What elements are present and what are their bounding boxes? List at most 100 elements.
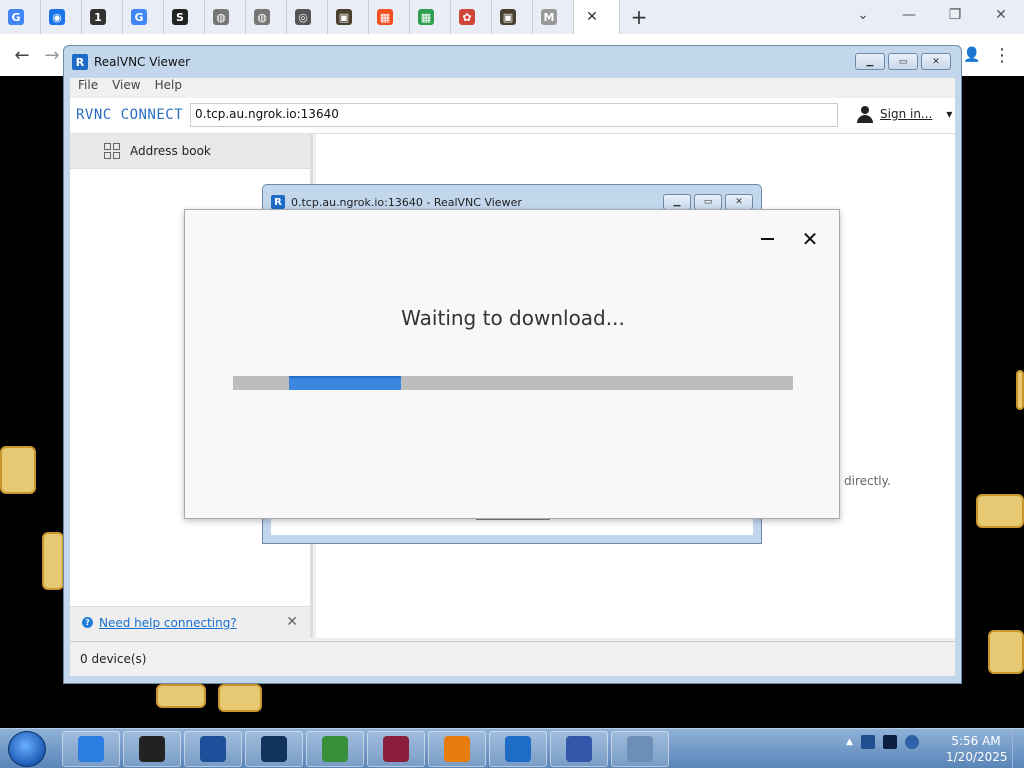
browser-tab[interactable]: ◉ [41, 0, 82, 34]
toast-sprite [42, 532, 64, 590]
clock-time: 5:56 AM [951, 734, 1001, 748]
taskbar-app-button[interactable] [611, 731, 669, 767]
browser-tab[interactable]: S [164, 0, 205, 34]
start-button[interactable] [8, 731, 46, 767]
taskbar-app-button[interactable] [245, 731, 303, 767]
help-icon: ? [82, 617, 93, 628]
help-bar: ? Need help connecting? ✕ [70, 606, 310, 638]
taskbar-app-button[interactable] [123, 731, 181, 767]
maximize-button[interactable]: ▭ [694, 194, 722, 210]
forward-arrow-icon[interactable]: → [38, 41, 66, 69]
tabs-container: G ◉ 1 G S ◍ ◍ ◎ ▣ ▦ ▦ ✿ ▣ M ✕ [0, 0, 620, 34]
user-icon [856, 105, 874, 123]
close-button[interactable]: ✕ [921, 53, 951, 70]
active-browser-tab[interactable]: ✕ [574, 0, 620, 34]
back-arrow-icon[interactable]: ← [8, 41, 36, 69]
s-icon: S [172, 9, 188, 25]
google-icon: G [8, 9, 24, 25]
taskbar-app-button[interactable] [367, 731, 425, 767]
realvnc-icon [505, 736, 531, 762]
plane-app-icon [566, 736, 592, 762]
new-tab-button[interactable]: + [622, 0, 656, 34]
browser-app-icon [322, 736, 348, 762]
browser-minimize-button[interactable]: — [886, 0, 932, 30]
tab-close-icon[interactable]: ✕ [582, 7, 602, 27]
session-window-title: 0.tcp.au.ngrok.io:13640 - RealVNC Viewer [291, 196, 522, 209]
tray-expand-icon[interactable]: ▲ [846, 737, 853, 747]
taskbar-app-button[interactable] [550, 731, 608, 767]
taskbar-app-button[interactable] [62, 731, 120, 767]
status-bar: 0 device(s) [70, 641, 955, 676]
globe-icon: ◍ [254, 9, 270, 25]
browser-tab[interactable]: G [123, 0, 164, 34]
browser-tab[interactable]: G [0, 0, 41, 34]
tray-monitor-icon[interactable] [882, 735, 897, 749]
realvnc-logo-icon: R [72, 54, 88, 70]
minimize-button[interactable]: ▁ [855, 53, 885, 70]
menu-help[interactable]: Help [155, 78, 182, 94]
window-title: RealVNC Viewer [94, 55, 191, 69]
taskbar-app-button[interactable] [306, 731, 364, 767]
taskbar: ▲ 5:56 AM 1/20/2025 [0, 728, 1024, 768]
browser-tab[interactable]: ✿ [451, 0, 492, 34]
browser-tab[interactable]: M [533, 0, 574, 34]
menu-bar: File View Help [70, 78, 955, 94]
menu-file[interactable]: File [78, 78, 98, 94]
help-link[interactable]: Need help connecting? [99, 616, 237, 630]
google-icon: G [131, 9, 147, 25]
taskbar-app-button[interactable] [489, 731, 547, 767]
globe-network-icon [261, 736, 287, 762]
tray-network-icon[interactable] [904, 735, 919, 749]
globe-icon: ◍ [213, 9, 229, 25]
dialog-minimize-button[interactable] [757, 228, 777, 248]
sidebar-item-address-book[interactable]: Address book [70, 134, 310, 169]
dark-box-icon [139, 736, 165, 762]
toast-sprite [156, 684, 206, 708]
maximize-button[interactable]: ▭ [888, 53, 918, 70]
browser-tab[interactable]: ▣ [328, 0, 369, 34]
browser-menu-icon[interactable]: ⋮ [988, 41, 1016, 69]
browser-close-button[interactable]: ✕ [978, 0, 1024, 30]
sign-in-button[interactable]: Sign in... ▾ [856, 105, 952, 123]
clock[interactable]: 5:56 AM 1/20/2025 [946, 733, 1008, 765]
close-button[interactable]: ✕ [725, 194, 753, 210]
globe-blue-icon: ◉ [49, 9, 65, 25]
browser-tab[interactable]: ◎ [287, 0, 328, 34]
close-icon[interactable]: ✕ [286, 614, 298, 630]
browser-tab[interactable]: ◍ [246, 0, 287, 34]
system-tray: ▲ [846, 735, 919, 749]
browser-tab[interactable]: 1 [82, 0, 123, 34]
menu-view[interactable]: View [112, 78, 140, 94]
minimize-button[interactable]: ▁ [663, 194, 691, 210]
profile-icon[interactable]: 👤 [958, 41, 986, 69]
show-desktop-button[interactable] [1012, 729, 1024, 768]
taskbar-app-button[interactable] [428, 731, 486, 767]
internet-explorer-icon [78, 736, 104, 762]
browser-tab[interactable]: ▦ [369, 0, 410, 34]
device-count: 0 device(s) [80, 652, 147, 666]
chevron-down-icon: ▾ [946, 107, 953, 121]
blender-icon [444, 736, 470, 762]
hint-text: directly. [844, 474, 891, 488]
dialog-close-button[interactable]: ✕ [799, 228, 821, 250]
browser-restore-button[interactable]: ❐ [932, 0, 978, 30]
taskbar-app-button[interactable] [184, 731, 242, 767]
tray-app-icon[interactable] [860, 735, 875, 749]
progress-indicator [289, 376, 401, 390]
window-titlebar[interactable]: R RealVNC Viewer [64, 46, 961, 78]
tab-search-dropdown-icon[interactable]: ⌄ [840, 0, 886, 30]
vnc-connect-logo: RVNC CONNECT [76, 107, 184, 123]
browser-tab[interactable]: ▣ [492, 0, 533, 34]
download-dialog: ✕ Waiting to download... [184, 209, 840, 519]
browser-tab[interactable]: ▦ [410, 0, 451, 34]
image-icon: ▣ [336, 9, 352, 25]
toast-sprite [1016, 370, 1024, 410]
toast-sprite [218, 684, 262, 712]
browser-tab[interactable]: ◍ [205, 0, 246, 34]
address-input[interactable]: 0.tcp.au.ngrok.io:13640 [190, 103, 838, 127]
one-password-icon: 1 [90, 9, 106, 25]
audio-tab-icon: M [541, 9, 557, 25]
dialog-message: Waiting to download... [401, 306, 625, 330]
media-player-icon [200, 736, 226, 762]
image-icon: ▣ [500, 9, 516, 25]
